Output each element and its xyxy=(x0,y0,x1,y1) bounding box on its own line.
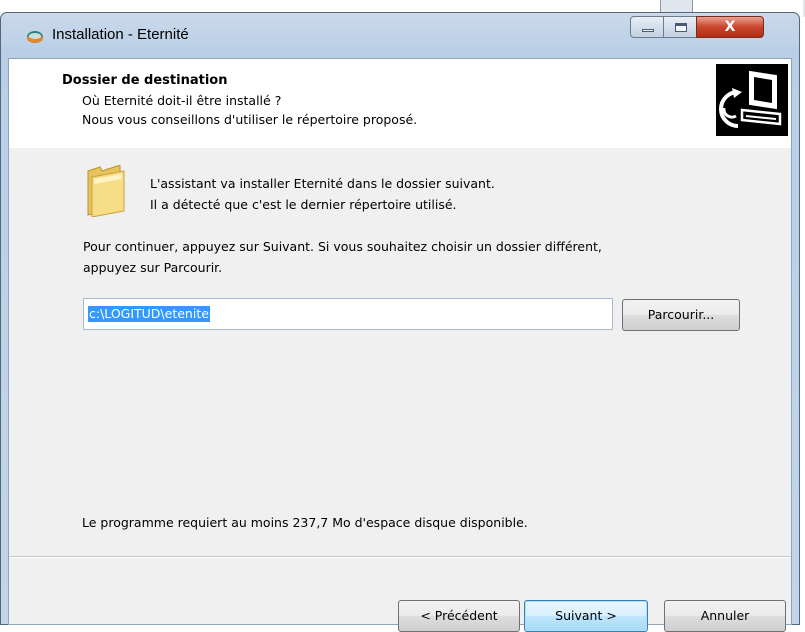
previous-button[interactable]: < Précédent xyxy=(398,600,520,632)
destination-path-input[interactable]: c:\LOGITUD\etenite xyxy=(83,298,613,330)
destination-path-value: c:\LOGITUD\etenite xyxy=(88,306,210,322)
intro-text-1: L'assistant va installer Eternité dans l… xyxy=(150,176,495,191)
browse-button[interactable]: Parcourir... xyxy=(622,299,740,331)
footer-divider-highlight xyxy=(9,557,791,558)
instruction-text-1: Pour continuer, appuyez sur Suivant. Si … xyxy=(83,239,602,254)
page-subtitle-2: Nous vous conseillons d'utiliser le répe… xyxy=(82,112,418,127)
page-header: Dossier de destination Où Eternité doit-… xyxy=(9,59,791,148)
window-title: Installation - Eternité xyxy=(52,26,189,43)
minimize-button[interactable] xyxy=(630,16,664,38)
maximize-icon xyxy=(675,23,687,32)
intro-text-2: Il a détecté que c'est le dernier répert… xyxy=(150,197,457,212)
header-separator xyxy=(9,147,791,148)
next-button[interactable]: Suivant > xyxy=(524,600,648,632)
install-computer-icon xyxy=(716,64,788,136)
page-title: Dossier de destination xyxy=(62,73,228,88)
dialog-client-area: Dossier de destination Où Eternité doit-… xyxy=(8,58,792,632)
close-icon: X xyxy=(724,19,736,35)
page-subtitle-1: Où Eternité doit-il être installé ? xyxy=(82,93,282,108)
installer-dialog: Installation - Eternité X Dossier de des… xyxy=(0,0,800,632)
disk-space-text: Le programme requiert au moins 237,7 Mo … xyxy=(82,515,528,530)
close-button[interactable]: X xyxy=(696,16,764,38)
cancel-button[interactable]: Annuler xyxy=(664,600,786,632)
setup-icon xyxy=(27,31,43,43)
instruction-text-2: appuyez sur Parcourir. xyxy=(83,260,223,275)
folder-icon xyxy=(87,165,125,217)
minimize-icon xyxy=(642,29,654,32)
maximize-button[interactable] xyxy=(663,16,697,38)
